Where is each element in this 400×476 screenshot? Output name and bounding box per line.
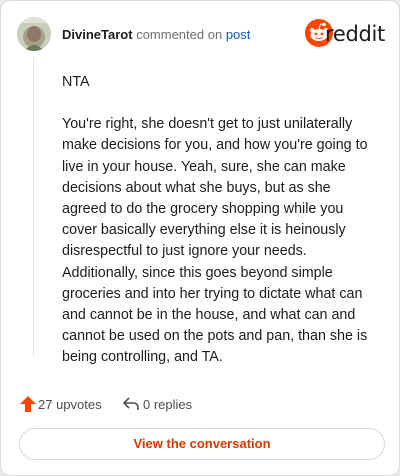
comment-header: DivineTarot commented on post reddit xyxy=(17,15,385,53)
upvote-count: 27 upvotes xyxy=(38,397,102,412)
reply-count: 0 replies xyxy=(143,397,193,412)
reddit-wordmark: reddit xyxy=(324,22,385,46)
comment-paragraph: NTA xyxy=(62,74,90,90)
post-link[interactable]: post xyxy=(226,27,251,42)
comment-embed-card: DivineTarot commented on post reddit NTA… xyxy=(0,0,400,476)
comment-meta: DivineTarot commented on post xyxy=(62,27,250,42)
reply-arrow-icon xyxy=(123,397,139,410)
upvote-button[interactable]: 27 upvotes xyxy=(19,394,109,414)
username-link[interactable]: DivineTarot xyxy=(62,27,133,42)
view-conversation-button[interactable]: View the conversation xyxy=(19,428,385,460)
comment-body: NTA You're right, she doesn't get to jus… xyxy=(62,72,372,390)
replies-button[interactable]: 0 replies xyxy=(122,394,202,414)
action-text: commented on xyxy=(136,27,223,42)
upvote-arrow-icon xyxy=(20,396,36,412)
user-avatar[interactable] xyxy=(17,17,51,51)
avatar-image xyxy=(17,17,51,51)
comment-paragraph: You're right, she doesn't get to just un… xyxy=(62,116,368,366)
thread-line xyxy=(33,57,34,357)
